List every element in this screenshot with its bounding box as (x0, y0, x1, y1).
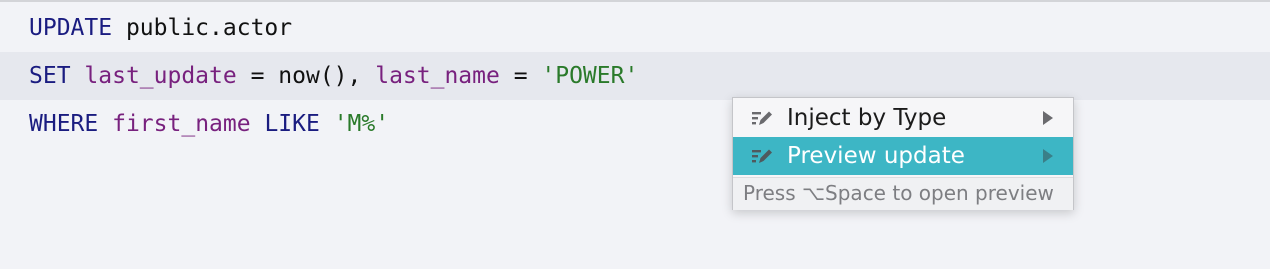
keyword-token: WHERE (29, 111, 99, 137)
string-literal-token: 'M%' (333, 111, 390, 137)
menu-item-preview-update[interactable]: Preview update (733, 137, 1073, 175)
menu-item-label: Inject by Type (787, 105, 947, 131)
submenu-arrow-icon (1043, 149, 1053, 163)
string-literal-token: 'POWER' (541, 63, 639, 89)
code-line-3[interactable]: WHERE first_name LIKE 'M%' (0, 100, 1270, 148)
popup-hint-text: Press ⌥Space to open preview (733, 177, 1073, 210)
keyword-token: SET (29, 63, 71, 89)
menu-item-inject-by-type[interactable]: Inject by Type (733, 99, 1073, 137)
keyword-token: LIKE (264, 111, 320, 137)
column-token: last_name (375, 63, 500, 89)
intention-actions-popup: Inject by Type Preview update Press ⌥Spa… (732, 97, 1074, 210)
menu-item-label: Preview update (787, 143, 965, 169)
code-line-2-current[interactable]: SET last_update = now(), last_name = 'PO… (0, 52, 1270, 100)
pencil-edit-icon (751, 144, 775, 168)
pencil-edit-icon (751, 106, 775, 130)
punctuation-token: = (499, 63, 542, 89)
punctuation-token: = now(), (236, 63, 376, 89)
identifier-token: public.actor (112, 15, 293, 41)
code-line-1[interactable]: UPDATE public.actor (0, 4, 1270, 52)
column-token: first_name (112, 111, 251, 137)
submenu-arrow-icon (1043, 111, 1053, 125)
keyword-token: UPDATE (29, 15, 113, 41)
sql-editor[interactable]: UPDATE public.actor SET last_update = no… (0, 2, 1270, 269)
column-token: last_update (84, 63, 237, 89)
